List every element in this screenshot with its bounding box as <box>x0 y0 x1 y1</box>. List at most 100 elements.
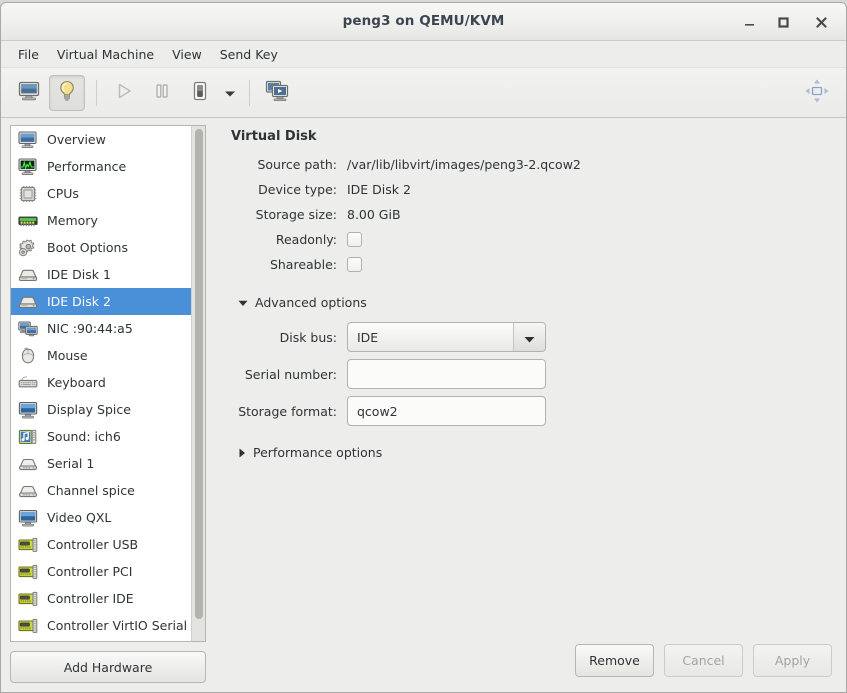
shutdown-button[interactable] <box>182 75 218 111</box>
menu-send-key[interactable]: Send Key <box>211 44 287 65</box>
sidebar-item-keyboard[interactable]: Keyboard <box>11 369 191 396</box>
serial-icon <box>17 481 39 501</box>
storage-size-label: Storage size: <box>255 207 337 222</box>
sound-icon <box>17 427 39 447</box>
menu-virtual-machine[interactable]: Virtual Machine <box>48 44 163 65</box>
fullscreen-button[interactable] <box>802 78 832 108</box>
disk-bus-select[interactable]: IDE <box>347 322 546 352</box>
storage-format-row: Storage format: qcow2 <box>229 396 832 426</box>
sidebar-item-video-qxl[interactable]: Video QXL <box>11 504 191 531</box>
sidebar-item-performance[interactable]: Performance <box>11 153 191 180</box>
mouse-icon <box>17 346 39 366</box>
run-button[interactable] <box>106 75 142 111</box>
sidebar-item-nic-90-44-a5[interactable]: NIC :90:44:a5 <box>11 315 191 342</box>
storage-format-input[interactable]: qcow2 <box>347 396 546 426</box>
page-title: Virtual Disk <box>231 129 317 144</box>
controller-icon <box>17 562 39 582</box>
device-type-label: Device type: <box>258 182 337 197</box>
serial-number-row: Serial number: <box>229 359 832 389</box>
close-button[interactable] <box>810 12 832 32</box>
advanced-options-expander[interactable]: Advanced options <box>238 295 832 310</box>
sidebar-item-label: Controller PCI <box>47 564 133 579</box>
monitor-icon <box>18 81 40 105</box>
source-path-value: /var/lib/libvirt/images/peng3-2.qcow2 <box>347 157 581 172</box>
shutdown-menu-button[interactable] <box>220 75 240 111</box>
sidebar-item-label: Controller VirtIO Serial <box>47 618 188 633</box>
menu-view[interactable]: View <box>163 44 211 65</box>
sidebar-item-controller-ide[interactable]: Controller IDE <box>11 585 191 612</box>
hardware-list-frame: Overview Performance CPUs Memory Boot Option… <box>10 125 206 642</box>
disk-icon <box>17 292 39 312</box>
keyboard-icon <box>17 373 39 393</box>
menu-bar: File Virtual Machine View Send Key <box>1 41 846 68</box>
sidebar-item-label: IDE Disk 1 <box>47 267 111 282</box>
sidebar-item-sound-ich6[interactable]: Sound: ich6 <box>11 423 191 450</box>
controller-icon <box>17 589 39 609</box>
sidebar-item-boot-options[interactable]: Boot Options <box>11 234 191 261</box>
triangle-right-icon <box>238 448 246 458</box>
sidebar-item-overview[interactable]: Overview <box>11 126 191 153</box>
scrollbar-thumb[interactable] <box>195 129 203 619</box>
remove-button[interactable]: Remove <box>575 644 654 677</box>
sidebar-item-label: Keyboard <box>47 375 106 390</box>
readonly-row: Readonly: <box>229 232 832 247</box>
snapshots-button[interactable] <box>259 75 295 111</box>
resize-icon <box>803 77 831 109</box>
pause-button[interactable] <box>144 75 180 111</box>
menu-file[interactable]: File <box>9 44 48 65</box>
sidebar-item-memory[interactable]: Memory <box>11 207 191 234</box>
gears-icon <box>17 238 39 258</box>
cpu-icon <box>17 184 39 204</box>
performance-options-label: Performance options <box>253 445 383 460</box>
serial-number-label: Serial number: <box>244 366 337 382</box>
shareable-checkbox[interactable] <box>347 257 362 272</box>
disk-bus-dropdown-arrow[interactable] <box>513 323 545 351</box>
graph-icon <box>17 157 39 177</box>
window-body: Overview Performance CPUs Memory Boot Option… <box>1 118 846 692</box>
disk-bus-value: IDE <box>357 329 379 345</box>
pause-icon <box>152 81 172 105</box>
sidebar-item-cpus[interactable]: CPUs <box>11 180 191 207</box>
storage-format-label: Storage format: <box>238 403 337 419</box>
chevron-down-icon <box>224 83 236 102</box>
cancel-button[interactable]: Cancel <box>664 644 743 677</box>
sidebar-item-display-spice[interactable]: Display Spice <box>11 396 191 423</box>
readonly-checkbox[interactable] <box>347 232 362 247</box>
sidebar-item-controller-virtio-serial[interactable]: Controller VirtIO Serial <box>11 612 191 639</box>
serial-icon <box>17 454 39 474</box>
lightbulb-icon <box>57 80 77 106</box>
title-bar: peng3 on QEMU/KVM <box>1 3 846 41</box>
snapshot-icon <box>265 80 289 106</box>
display-icon <box>17 508 39 528</box>
cancel-label: Cancel <box>682 653 725 668</box>
virt-manager-window: peng3 on QEMU/KVM File Virtual Machine V… <box>0 2 847 693</box>
shareable-label: Shareable: <box>269 257 337 272</box>
apply-button[interactable]: Apply <box>753 644 832 677</box>
console-view-button[interactable] <box>11 75 47 111</box>
source-path-label: Source path: <box>257 157 337 172</box>
toolbar <box>1 68 846 118</box>
sidebar-item-label: Boot Options <box>47 240 128 255</box>
device-type-value: IDE Disk 2 <box>347 182 411 197</box>
sidebar-item-ide-disk-2[interactable]: IDE Disk 2 <box>11 288 191 315</box>
advanced-options-label: Advanced options <box>255 295 367 310</box>
controller-icon <box>17 535 39 555</box>
maximize-button[interactable] <box>772 12 794 32</box>
details-view-button[interactable] <box>49 74 85 111</box>
sidebar-item-label: Controller USB <box>47 537 139 552</box>
sidebar-item-channel-spice[interactable]: Channel spice <box>11 477 191 504</box>
serial-number-input[interactable] <box>347 359 546 389</box>
sidebar-item-controller-pci[interactable]: Controller PCI <box>11 558 191 585</box>
performance-options-expander[interactable]: Performance options <box>238 445 832 460</box>
sidebar-item-controller-usb[interactable]: Controller USB <box>11 531 191 558</box>
hardware-list-scrollbar[interactable] <box>191 126 205 641</box>
display-icon <box>17 400 39 420</box>
sidebar-item-serial-1[interactable]: Serial 1 <box>11 450 191 477</box>
dialog-footer: Remove Cancel Apply <box>1 638 846 692</box>
hardware-list[interactable]: Overview Performance CPUs Memory Boot Option… <box>11 126 191 641</box>
apply-label: Apply <box>774 653 811 668</box>
sidebar-item-mouse[interactable]: Mouse <box>11 342 191 369</box>
minimize-button[interactable] <box>738 12 760 32</box>
sidebar-item-ide-disk-1[interactable]: IDE Disk 1 <box>11 261 191 288</box>
sidebar-item-label: Overview <box>47 132 106 147</box>
